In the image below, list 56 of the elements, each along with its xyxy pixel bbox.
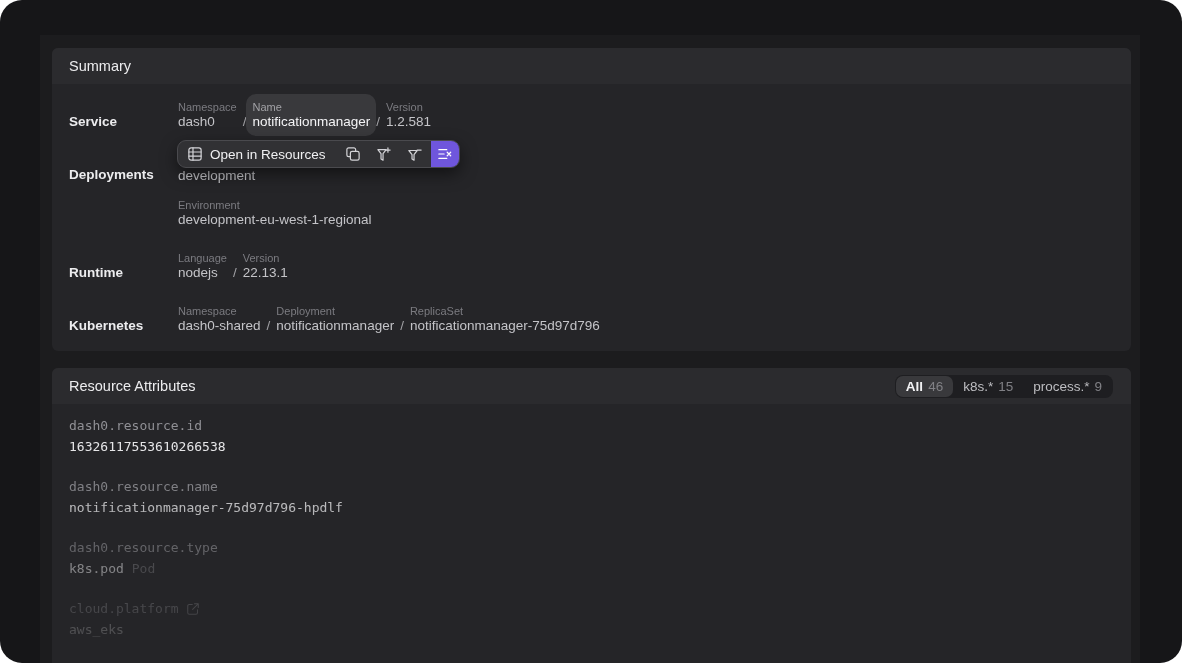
summary-field[interactable]: Namespace dash0-shared [172, 298, 267, 340]
summary-field[interactable]: Name notificationmanager [246, 94, 377, 136]
field-value: notificationmanager-75d97d796 [409, 318, 600, 334]
field-label: Language [178, 251, 227, 265]
row-label: Deployments [69, 167, 155, 183]
summary-field[interactable]: Namespace dash0 [172, 94, 243, 136]
filter-tab[interactable]: k8s.* 15 [953, 375, 1024, 397]
attribute-key: dash0.resource.name [69, 476, 218, 497]
attribute-key: dash0.resource.id [69, 415, 203, 436]
separator-text: / [266, 318, 271, 334]
field-label: Environment [178, 198, 241, 212]
field-label: Version [242, 251, 281, 265]
table-icon [188, 147, 202, 161]
attribute-value: 16326117553610266538 [69, 438, 226, 456]
summary-field[interactable]: development [172, 168, 262, 190]
copy-icon [346, 147, 361, 161]
attribute-value: k8s.pod [69, 560, 124, 578]
field-label: Namespace [178, 304, 238, 318]
filter-tab[interactable]: All 46 [895, 375, 954, 397]
attribute-value: notificationmanager-75d97d796-hpdlf [69, 499, 343, 517]
field-value: development [178, 168, 256, 184]
lines-x-icon [437, 147, 452, 161]
field-value: 1.2.581 [386, 114, 432, 130]
field-value: dash0-shared [178, 318, 261, 334]
field-value: 22.13.1 [242, 265, 288, 281]
summary-field[interactable]: Version 1.2.581 [380, 94, 438, 136]
separator-text: / [376, 114, 381, 130]
field-value: nodejs [178, 265, 219, 281]
toggle-button[interactable] [430, 141, 459, 167]
field-label: Namespace [178, 100, 237, 114]
field-label: ReplicaSet [409, 304, 465, 318]
summary-field[interactable]: Version 22.13.1 [236, 245, 294, 287]
separator-text: / [400, 318, 404, 334]
field-label: Name [252, 100, 283, 114]
summary-field[interactable]: Language nodejs [172, 245, 233, 287]
field-value: development-eu-west-1-regional [178, 212, 372, 228]
field-value: notificationmanager [276, 318, 395, 334]
row-label: Kubernetes [69, 318, 145, 334]
field-label: Version [386, 100, 424, 114]
filter-tab[interactable]: process.* 9 [1023, 375, 1112, 397]
summary-field[interactable]: Environment development-eu-west-1-regional [172, 192, 378, 234]
summary-field[interactable]: Deployment notificationmanager [270, 298, 401, 340]
field-label: Deployment [276, 304, 337, 318]
open-in-resources-button[interactable]: Open in Resources [178, 141, 338, 167]
field-value: dash0 [178, 114, 216, 130]
summary-field[interactable]: ReplicaSet notificationmanager-75d97d796 [403, 298, 606, 340]
panel-title: Resource Attributes [69, 377, 196, 395]
row-label: Runtime [69, 265, 124, 281]
panel-title: Summary [69, 57, 132, 75]
attribute-key: dash0.resource.type [69, 537, 218, 558]
separator-text: / [242, 114, 247, 130]
row-label: Service [69, 114, 119, 130]
separator-text: / [232, 265, 237, 281]
field-value: notificationmanager [252, 114, 371, 130]
filter-plus-icon [377, 147, 392, 161]
filter-minus-icon [408, 147, 423, 161]
